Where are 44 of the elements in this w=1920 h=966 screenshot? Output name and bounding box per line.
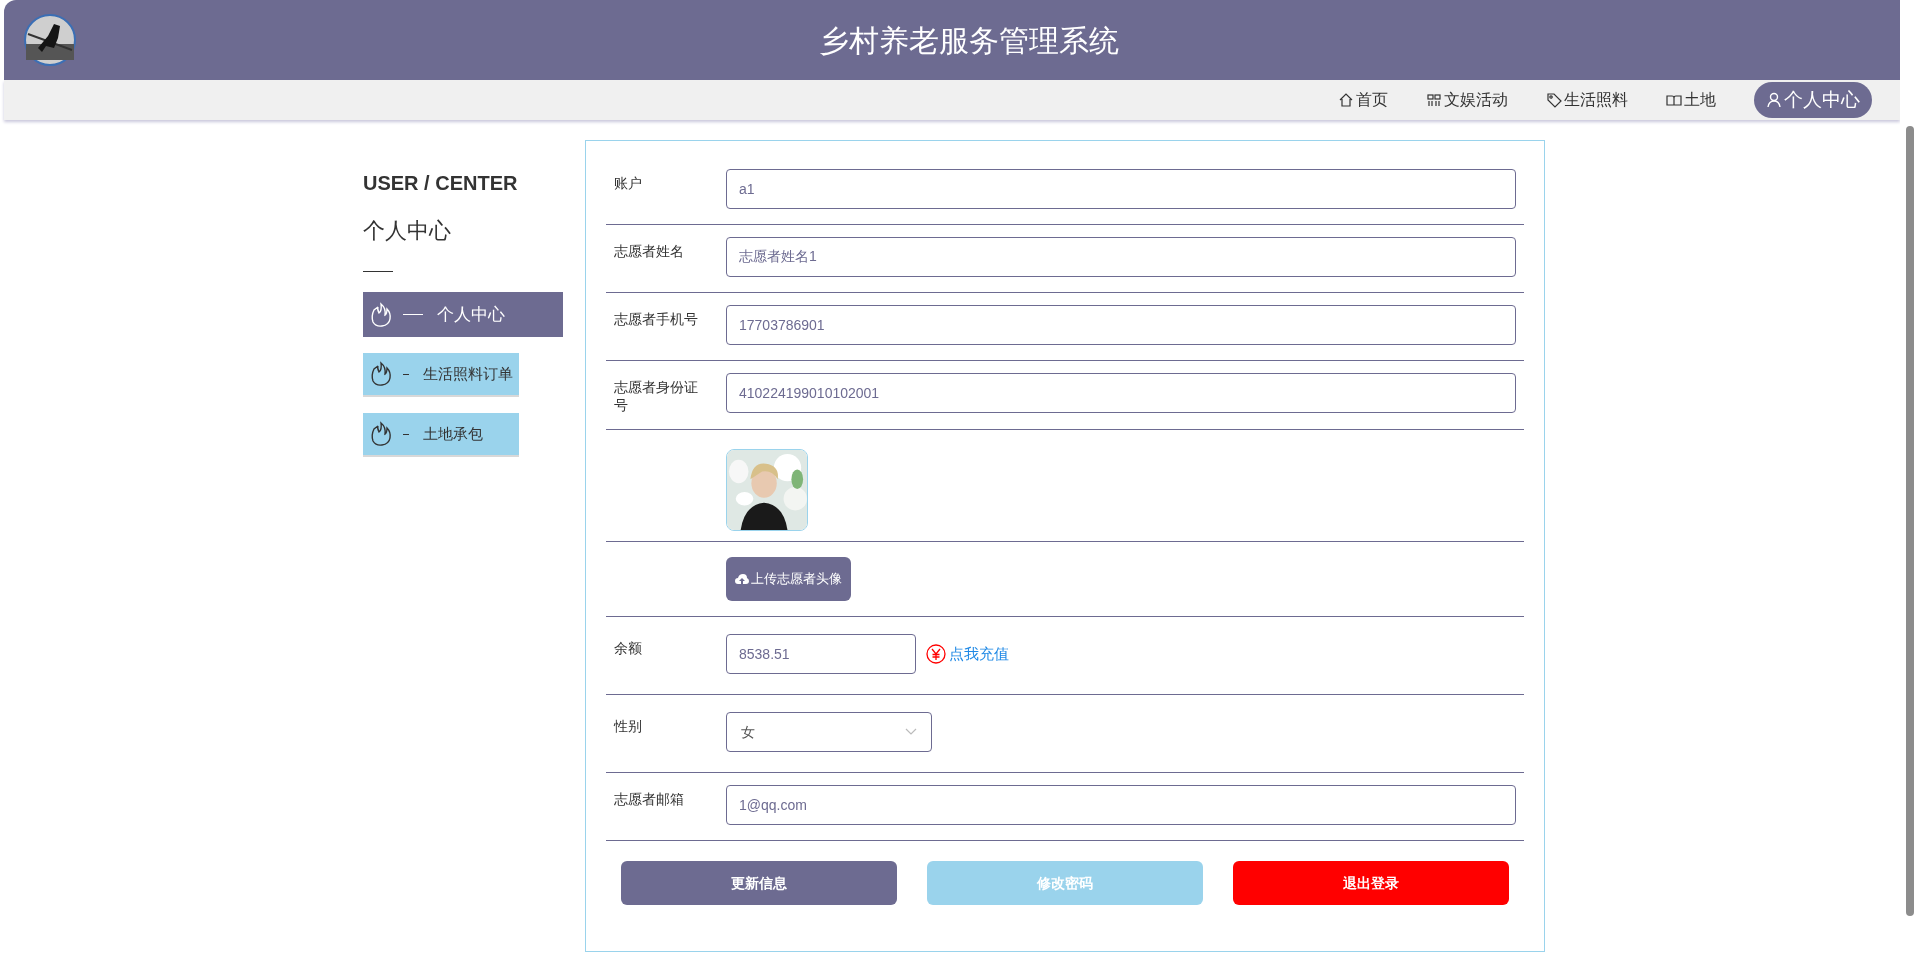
input-field[interactable]: 17703786901 — [726, 305, 1516, 345]
book-icon — [1666, 92, 1682, 108]
input-field[interactable]: 志愿者姓名1 — [726, 237, 1516, 277]
nav-link[interactable]: 生活照料 — [1546, 88, 1628, 112]
flame-icon — [369, 421, 393, 447]
gender-select[interactable]: 女 — [726, 712, 932, 752]
logo — [24, 14, 76, 66]
nav-link[interactable]: 土地 — [1666, 88, 1716, 112]
cloud-upload-icon — [735, 573, 749, 585]
chevron-down-icon — [905, 728, 917, 736]
field-label: 性别 — [612, 717, 643, 735]
input-field[interactable]: 1@qq.com — [726, 785, 1516, 825]
home-icon — [1338, 92, 1354, 108]
flame-icon — [369, 361, 393, 387]
field-label: 志愿者姓名 — [613, 242, 685, 260]
sidebar-menu-item[interactable]: 生活照料订单 — [363, 353, 519, 397]
grid-icon — [1426, 92, 1442, 108]
sidebar-subtitle: 个人中心 — [363, 217, 452, 245]
nav-link[interactable]: 文娱活动 — [1426, 88, 1508, 112]
sidebar-menu-item[interactable]: 个人中心 — [363, 292, 563, 337]
field-label: 志愿者手机号 — [613, 310, 699, 328]
flame-icon — [369, 301, 393, 328]
yen-icon — [926, 644, 946, 664]
input-field[interactable]: 410224199010102001 — [726, 373, 1516, 413]
input-field[interactable]: 8538.51 — [726, 634, 916, 674]
action-button[interactable]: 更新信息 — [621, 861, 897, 905]
field-label: 余额 — [613, 639, 643, 657]
nav-link[interactable]: 首页 — [1338, 88, 1388, 112]
field-label: 志愿者邮箱 — [613, 790, 685, 808]
field-label: 志愿者身份证号 — [613, 378, 699, 414]
dash-separator — [403, 433, 409, 435]
tag-icon — [1546, 92, 1562, 108]
app-title: 乡村养老服务管理系统 — [818, 22, 1119, 59]
input-field[interactable]: a1 — [726, 169, 1516, 209]
field-label: 账户 — [613, 174, 643, 192]
sidebar-menu-item[interactable]: 土地承包 — [363, 413, 519, 457]
dash-separator — [403, 373, 409, 375]
recharge-link[interactable]: 点我充值 — [926, 643, 1009, 665]
upload-button[interactable]: 上传志愿者头像 — [726, 557, 851, 601]
user-icon — [1766, 92, 1782, 108]
nav-link[interactable]: 个人中心 — [1754, 82, 1872, 118]
dash-separator — [403, 314, 423, 315]
action-button[interactable]: 退出登录 — [1233, 861, 1509, 905]
sidebar-heading: USER / CENTER — [363, 171, 519, 196]
